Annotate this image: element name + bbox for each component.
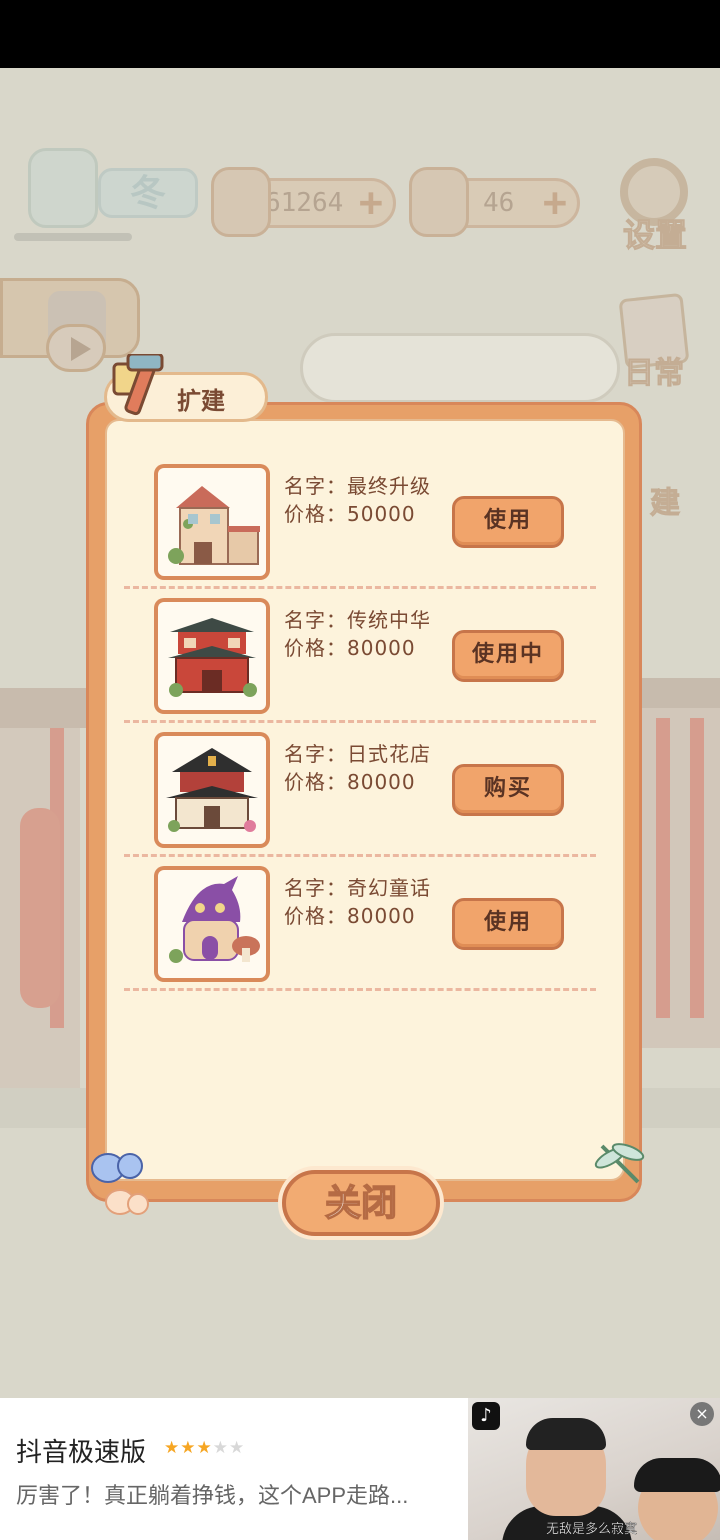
building-item: 名字：日式花店 价格：80000 购买 [124, 732, 596, 866]
add-cheese-button[interactable]: + [543, 181, 567, 225]
season-progress [14, 233, 132, 241]
in-use-button[interactable]: 使用中 [452, 630, 564, 682]
building-item: 名字：传统中华 价格：80000 使用中 [124, 598, 596, 732]
dragonfly-icon [594, 1143, 645, 1184]
building-item: 名字：奇幻童话 价格：80000 使用 [124, 866, 596, 1000]
chinese-building-icon [168, 618, 257, 697]
person-hair [526, 1418, 606, 1450]
use-button[interactable]: 使用 [452, 496, 564, 548]
ad-title: 抖音极速版 [16, 1437, 147, 1467]
butterfly-icon [91, 1153, 149, 1215]
item-name: 名字：传统中华 [284, 608, 431, 632]
item-name: 名字：最终升级 [284, 474, 431, 498]
close-icon[interactable]: × [690, 1402, 714, 1426]
item-name: 名字：奇幻童话 [284, 876, 431, 900]
building-thumbnail [154, 732, 270, 848]
final-upgrade-building-icon [168, 486, 260, 565]
play-video-button[interactable] [46, 324, 106, 372]
item-price: 价格：50000 [284, 502, 416, 526]
building-thumbnail [154, 598, 270, 714]
add-fish-button[interactable]: + [359, 181, 383, 225]
item-divider [124, 854, 596, 857]
building-thumbnail [154, 866, 270, 982]
building-item: 名字：最终升级 价格：50000 使用 [124, 464, 596, 598]
ad-rating: ★★★★★ [164, 1438, 245, 1458]
star-icon: ★ [164, 1438, 181, 1458]
settings-button[interactable]: 设置 [614, 158, 696, 255]
background-cloud [300, 333, 620, 403]
settings-label: 设置 [622, 216, 687, 255]
item-price: 价格：80000 [284, 904, 416, 928]
use-button[interactable]: 使用 [452, 898, 564, 950]
season-label: 冬 [98, 168, 198, 218]
fish-bone-icon [211, 167, 271, 237]
item-divider [124, 988, 596, 991]
daily-label: 日常 [624, 356, 685, 392]
cheese-icon [409, 167, 469, 237]
cheese-currency[interactable]: 46 + [409, 167, 580, 237]
buy-button[interactable]: 购买 [452, 764, 564, 816]
fish-currency-value: 61264 [265, 188, 344, 218]
building-thumbnail [154, 464, 270, 580]
winter-tree-icon [28, 148, 98, 228]
tiktok-logo-icon: ♪ [472, 1402, 500, 1430]
cheese-currency-value: 46 [483, 188, 515, 218]
star-icon: ★ [196, 1438, 213, 1458]
item-price: 价格：80000 [284, 770, 416, 794]
daily-button[interactable]: 日常 [612, 292, 696, 392]
status-bar [0, 0, 720, 68]
item-divider [124, 720, 596, 723]
ad-description: 厉害了！真正躺着挣钱，这个APP走路... [16, 1483, 409, 1508]
game-scene: 冬 61264 + 46 + 设置 日常 建 扩建 名字：最终升级 价格：500… [0, 68, 720, 1398]
item-divider [124, 586, 596, 589]
item-name: 名字：日式花店 [284, 742, 431, 766]
season-indicator[interactable]: 冬 [28, 148, 198, 238]
fish-currency[interactable]: 61264 + [211, 167, 396, 237]
star-icon: ★ [229, 1438, 246, 1458]
fairytale-house-icon [169, 876, 260, 963]
person-hair [634, 1458, 720, 1492]
star-icon: ★ [180, 1438, 197, 1458]
japanese-flower-shop-icon [166, 748, 258, 832]
star-icon: ★ [212, 1438, 229, 1458]
ad-banner[interactable]: 抖音极速版 ★★★★★ 厉害了！真正躺着挣钱，这个APP走路... ♪ 无敌是多… [0, 1398, 720, 1540]
ad-video[interactable]: ♪ 无敌是多么寂寞 × [468, 1398, 720, 1540]
hammer-icon [112, 354, 164, 416]
close-button[interactable]: 关闭 [282, 1170, 440, 1236]
panel-title: 扩建 [177, 387, 225, 415]
item-price: 价格：80000 [284, 636, 416, 660]
video-caption: 无敌是多么寂寞 [546, 1521, 638, 1536]
